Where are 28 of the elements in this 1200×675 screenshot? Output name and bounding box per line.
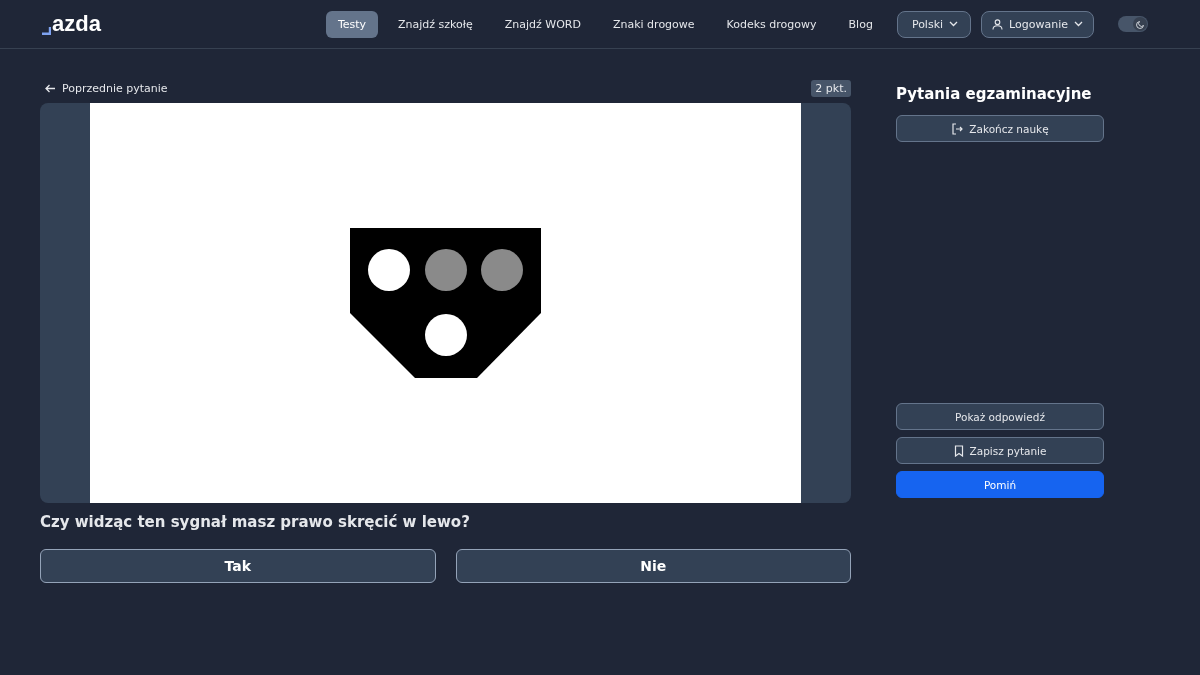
chevron-down-icon bbox=[1074, 21, 1083, 27]
chevron-down-icon bbox=[949, 21, 959, 27]
arrow-left-icon bbox=[45, 83, 56, 93]
nav-link[interactable]: Kodeks drogowy bbox=[714, 10, 829, 38]
sidebar-button[interactable]: Zapisz pytanie bbox=[896, 437, 1104, 464]
nav-link[interactable]: Blog bbox=[836, 10, 885, 38]
language-dropdown[interactable]: Polski bbox=[896, 10, 972, 38]
theme-toggle[interactable] bbox=[1118, 16, 1148, 32]
user-icon bbox=[992, 18, 1004, 30]
logo-text[interactable]: azda bbox=[52, 13, 101, 35]
sidebar-button[interactable]: Zakończ naukę bbox=[896, 115, 1104, 142]
nav-link[interactable]: Znajdź szkołę bbox=[386, 10, 485, 38]
nav-link[interactable]: Znajdź WORD bbox=[492, 10, 593, 38]
exit-icon bbox=[951, 122, 964, 135]
sidebar-title: Pytania egzaminacyjne bbox=[896, 85, 1093, 103]
answer-button[interactable]: Tak bbox=[40, 549, 436, 583]
logo-hook-icon bbox=[42, 27, 51, 35]
skip-button[interactable]: Pomiń bbox=[896, 471, 1104, 498]
nav-link[interactable]: Znaki drogowe bbox=[600, 10, 707, 38]
nav-link[interactable]: Testy bbox=[325, 10, 379, 38]
login-dropdown[interactable]: Logowanie bbox=[981, 10, 1094, 38]
answer-button[interactable]: Nie bbox=[455, 549, 851, 583]
moon-icon bbox=[1135, 19, 1145, 29]
previous-question-link[interactable]: Poprzednie pytanie bbox=[40, 81, 168, 95]
bookmark-icon bbox=[953, 444, 964, 457]
points-badge: 2 pkt. bbox=[811, 79, 851, 97]
question-text: Czy widząc ten sygnał masz prawo skręcić w lewo? bbox=[40, 513, 471, 531]
sidebar-button[interactable]: Pokaż odpowiedź bbox=[896, 403, 1104, 430]
